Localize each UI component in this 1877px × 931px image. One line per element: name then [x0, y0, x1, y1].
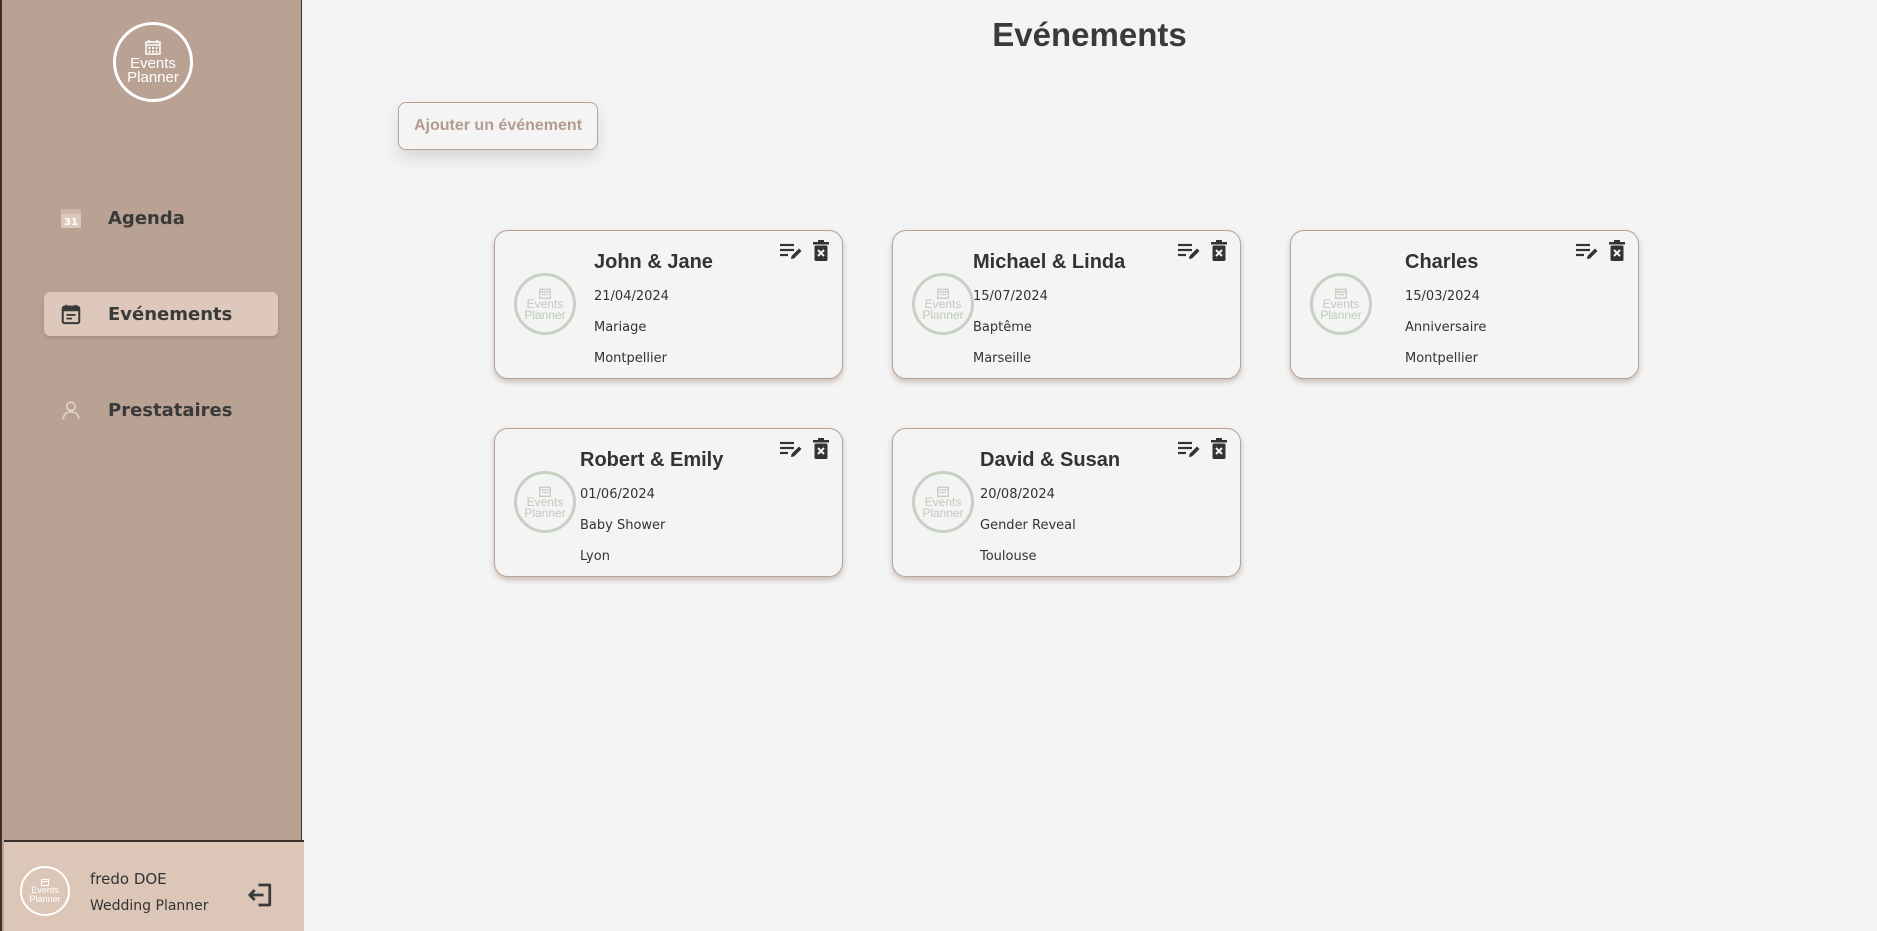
event-card[interactable]: Events Planner Michael & Linda 15/07/2024 Ba… — [892, 230, 1241, 379]
event-logo: Events Planner — [912, 273, 974, 335]
event-name: David & Susan — [980, 449, 1121, 471]
add-event-button[interactable]: Ajouter un événement — [398, 102, 598, 150]
event-city: Montpellier — [594, 351, 667, 366]
event-date: 15/07/2024 — [973, 289, 1048, 304]
page-title: Evénements — [992, 16, 1187, 53]
nav-label-prestataires: Prestataires — [108, 399, 233, 421]
user-name: fredo DOE — [90, 870, 167, 888]
edit-event-button[interactable] — [778, 240, 804, 266]
event-type: Anniversaire — [1405, 320, 1487, 335]
event-city: Toulouse — [980, 549, 1037, 564]
trash-icon — [1608, 239, 1626, 267]
event-date: 01/06/2024 — [580, 487, 655, 502]
event-logo-text-line2: Planner — [524, 506, 566, 520]
edit-icon — [1177, 241, 1201, 266]
event-actions — [1574, 239, 1630, 267]
nav-label-evenements: Evénements — [108, 303, 233, 325]
event-city: Montpellier — [1405, 351, 1478, 366]
event-card[interactable]: Events Planner Robert & Emily 01/06/2024 Bab… — [494, 428, 843, 577]
event-type: Mariage — [594, 320, 647, 335]
event-calendar-icon — [58, 301, 84, 327]
calendar-icon — [145, 40, 161, 55]
event-date: 20/08/2024 — [980, 487, 1055, 502]
event-city: Marseille — [973, 351, 1032, 366]
edit-icon — [779, 439, 803, 464]
trash-icon — [1210, 437, 1228, 465]
event-city: Lyon — [580, 549, 610, 564]
delete-event-button[interactable] — [808, 437, 834, 465]
edit-icon — [779, 241, 803, 266]
event-date: 21/04/2024 — [594, 289, 669, 304]
svg-text:31: 31 — [64, 217, 78, 228]
event-actions — [778, 239, 834, 267]
app-logo[interactable]: Events Planner — [113, 22, 193, 102]
event-name: Michael & Linda — [973, 251, 1126, 273]
delete-event-button[interactable] — [1206, 239, 1232, 267]
event-name: Robert & Emily — [580, 449, 724, 471]
event-logo-text-line2: Planner — [1320, 308, 1362, 322]
event-card[interactable]: Events Planner David & Susan 20/08/2024 Gend… — [892, 428, 1241, 577]
trash-icon — [812, 239, 830, 267]
event-logo-text-line2: Planner — [922, 506, 964, 520]
event-actions — [1176, 239, 1232, 267]
event-logo-text-line2: Planner — [524, 308, 566, 322]
edit-event-button[interactable] — [1574, 240, 1600, 266]
event-actions — [1176, 437, 1232, 465]
event-name: John & Jane — [594, 251, 713, 273]
calendar-31-icon: 31 — [58, 205, 84, 231]
person-icon — [58, 397, 84, 423]
event-date: 15/03/2024 — [1405, 289, 1480, 304]
user-avatar: Events Planner — [20, 866, 70, 916]
avatar-text-line2: Planner — [29, 894, 61, 904]
trash-icon — [1210, 239, 1228, 267]
event-name: Charles — [1405, 251, 1479, 273]
edit-icon — [1575, 241, 1599, 266]
event-logo: Events Planner — [514, 471, 576, 533]
event-card[interactable]: Events Planner Charles 15/03/2024 Anniversai… — [1290, 230, 1639, 379]
event-card[interactable]: Events Planner John & Jane 21/04/2024 Mariag… — [494, 230, 843, 379]
edit-event-button[interactable] — [1176, 240, 1202, 266]
edit-event-button[interactable] — [778, 438, 804, 464]
nav-label-agenda: Agenda — [108, 207, 185, 229]
event-actions — [778, 437, 834, 465]
sidebar: Events Planner 31 Agenda Evénements Pres… — [0, 0, 304, 931]
logo-text-line2: Planner — [127, 69, 179, 86]
event-logo-text-line2: Planner — [922, 308, 964, 322]
delete-event-button[interactable] — [1206, 437, 1232, 465]
event-type: Baptême — [973, 320, 1032, 335]
trash-icon — [812, 437, 830, 465]
delete-event-button[interactable] — [1604, 239, 1630, 267]
edit-event-button[interactable] — [1176, 438, 1202, 464]
event-logo: Events Planner — [514, 273, 576, 335]
user-panel: Events Planner fredo DOE Wedding Planner — [4, 840, 304, 931]
nav-item-agenda[interactable]: 31 Agenda — [44, 196, 278, 240]
event-type: Gender Reveal — [980, 518, 1076, 533]
event-logo: Events Planner — [912, 471, 974, 533]
nav-item-prestataires[interactable]: Prestataires — [44, 388, 278, 432]
user-role: Wedding Planner — [90, 898, 209, 914]
logout-icon — [248, 883, 272, 907]
nav-item-evenements[interactable]: Evénements — [44, 292, 278, 336]
delete-event-button[interactable] — [808, 239, 834, 267]
edit-icon — [1177, 439, 1201, 464]
event-type: Baby Shower — [580, 518, 666, 533]
event-logo: Events Planner — [1310, 273, 1372, 335]
logout-button[interactable] — [246, 880, 276, 910]
